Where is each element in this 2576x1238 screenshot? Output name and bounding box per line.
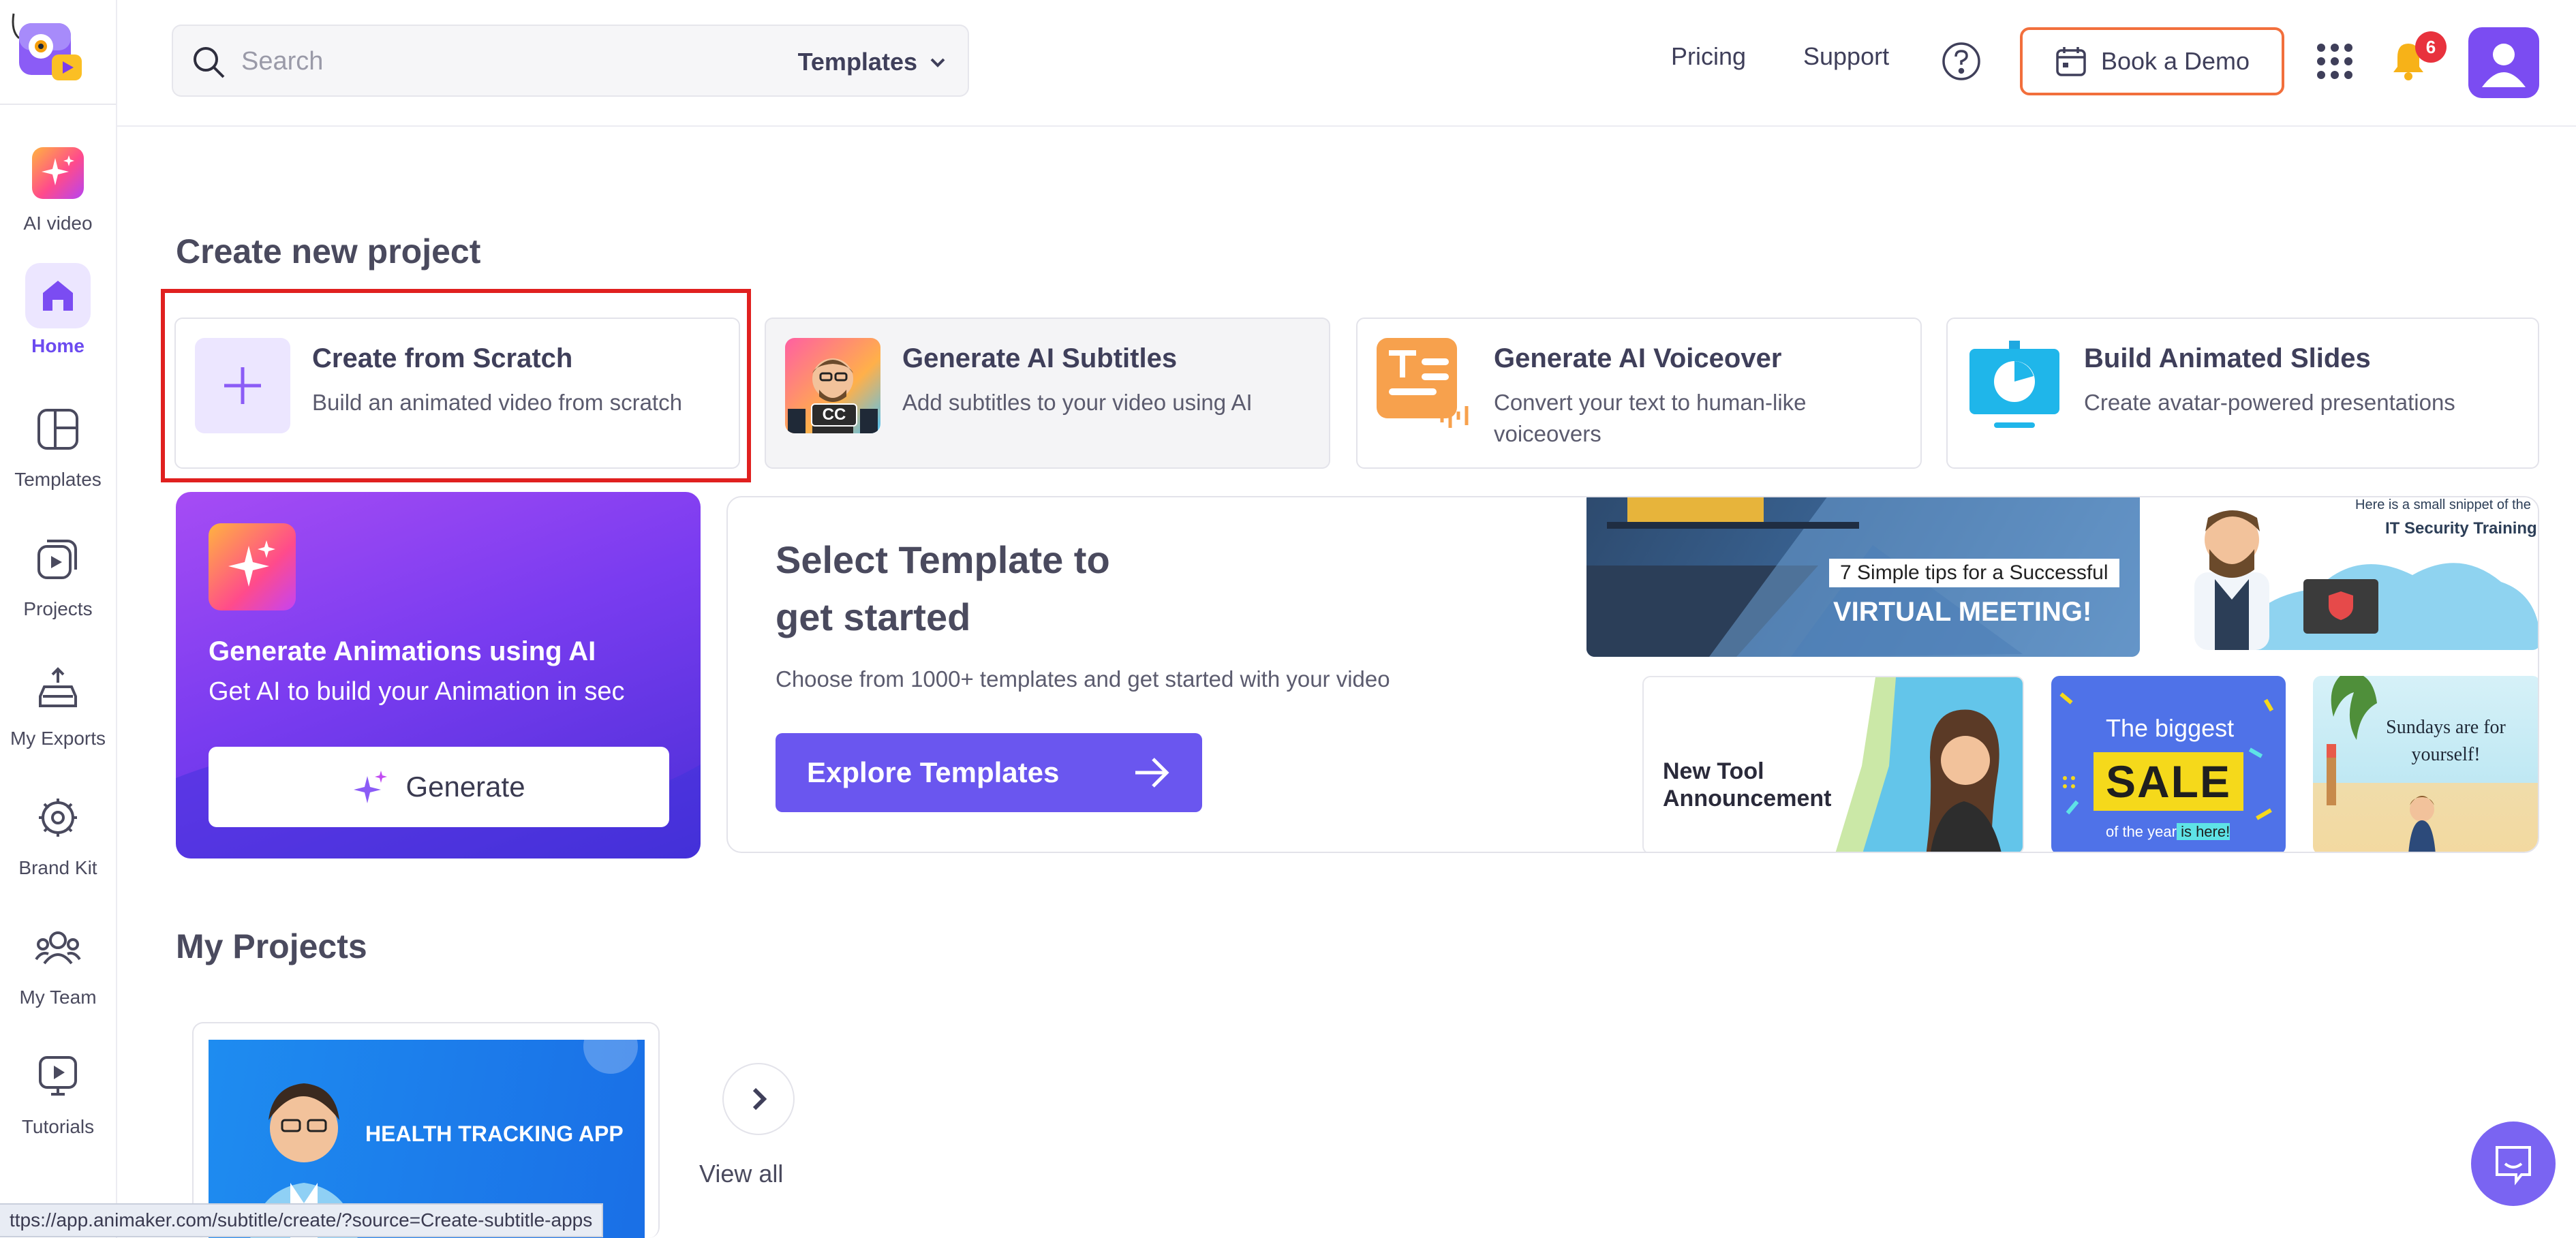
team-icon [25, 914, 91, 980]
card-title: Build Animated Slides [2084, 343, 2371, 373]
search-bar[interactable]: Templates [172, 25, 969, 97]
book-demo-label: Book a Demo [2100, 47, 2250, 75]
generate-ai-voiceover-card[interactable]: Generate AI Voiceover Convert your text … [1356, 318, 1922, 469]
sidebar-item-home[interactable]: Home [0, 263, 116, 357]
sidebar-item-label: My Team [19, 987, 97, 1008]
pricing-link[interactable]: Pricing [1671, 42, 1746, 71]
explore-templates-button[interactable]: Explore Templates [776, 733, 1202, 812]
sidebar-item-projects[interactable]: Projects [0, 526, 116, 620]
book-demo-button[interactable]: Book a Demo [2020, 27, 2284, 95]
sidebar-item-label: AI video [23, 213, 93, 234]
new-tool-title: New Tool Announcement [1663, 758, 1832, 811]
template-card-title: Select Template to get started [776, 538, 1110, 638]
chevron-down-icon [930, 58, 945, 67]
templates-icon [25, 397, 91, 462]
sidebar-item-tutorials[interactable]: Tutorials [0, 1044, 116, 1138]
generate-label: Generate [405, 771, 525, 803]
template-thumb-sundays[interactable]: Sundays are for yourself! [2313, 676, 2538, 852]
project-title: HEALTH TRACKING APP [365, 1121, 624, 1146]
template-thumb-virtual-meeting[interactable]: 7 Simple tips for a Successful VIRTUAL M… [1586, 497, 2140, 657]
slides-icon [1967, 338, 2062, 433]
sale-main-text: SALE [2105, 756, 2232, 807]
ai-card-title: Generate Animations using AI [209, 636, 596, 666]
notification-badge: 6 [2415, 31, 2447, 63]
sidebar-item-label: Home [31, 335, 85, 356]
template-thumb-sale[interactable]: The biggest SALE of the year is here! [2051, 676, 2286, 852]
sidebar-item-label: Projects [23, 598, 93, 619]
sundays-text: Sundays are for yourself! [2386, 717, 2506, 765]
tutorials-icon [25, 1044, 91, 1109]
sidebar-item-label: Tutorials [21, 1116, 95, 1137]
search-icon [194, 47, 225, 78]
card-subtitle: Add subtitles to your video using AI [902, 390, 1253, 415]
exports-icon [25, 655, 91, 721]
generate-button[interactable]: Generate [209, 747, 669, 827]
template-card-subtitle: Choose from 1000+ templates and get star… [776, 666, 1390, 692]
home-icon [25, 263, 91, 328]
generate-animations-ai-card: Generate Animations using AI Get AI to b… [176, 492, 701, 858]
chevron-right-icon [752, 1087, 767, 1111]
support-link[interactable]: Support [1803, 42, 1889, 71]
sidebar-item-templates[interactable]: Templates [0, 397, 116, 491]
virtual-meeting-title: VIRTUAL MEETING! [1833, 597, 2092, 627]
card-subtitle: Create avatar-powered presentations [2084, 390, 2455, 415]
sparkle-icon [354, 771, 388, 803]
sidebar-item-label: My Exports [10, 728, 106, 749]
subtitles-thumbnail: CC [785, 338, 880, 433]
sidebar-item-ai-video[interactable]: AI video [0, 140, 116, 234]
sidebar-item-label: Brand Kit [18, 857, 97, 878]
projects-next-button[interactable] [722, 1063, 795, 1135]
chat-icon [2496, 1146, 2531, 1186]
ai-card-subtitle: Get AI to build your Animation in sec [209, 677, 625, 706]
brand-kit-icon [25, 785, 91, 850]
view-all-link[interactable]: View all [699, 1160, 783, 1188]
it-security-title: IT Security Training [2385, 519, 2537, 538]
sale-top-text: The biggest [2106, 714, 2235, 742]
search-input[interactable] [241, 41, 718, 82]
it-security-small-text: Here is a small snippet of the [2355, 497, 2531, 512]
ai-sparkle-icon [25, 140, 91, 206]
voiceover-icon [1377, 338, 1472, 433]
projects-icon [25, 526, 91, 591]
sale-bottom-text: of the year is here! [2106, 823, 2230, 840]
user-icon [2482, 44, 2526, 87]
apps-grid-icon[interactable] [2316, 42, 2354, 80]
generate-ai-subtitles-card[interactable]: CC Generate AI Subtitles Add subtitles t… [765, 318, 1330, 469]
search-scope-label: Templates [797, 48, 917, 76]
explore-templates-label: Explore Templates [807, 756, 1060, 788]
card-title: Generate AI Subtitles [902, 343, 1178, 373]
sidebar-item-my-team[interactable]: My Team [0, 914, 116, 1008]
status-bar-url: ttps://app.animaker.com/subtitle/create/… [0, 1203, 604, 1237]
cc-badge: CC [811, 403, 857, 427]
top-header: Templates Pricing Support Book a Demo 6 [117, 0, 2576, 127]
search-scope-dropdown[interactable]: Templates [798, 45, 947, 79]
card-subtitle: Convert your text to human-like voiceove… [1494, 390, 1807, 446]
card-title: Generate AI Voiceover [1494, 343, 1782, 373]
create-section-title: Create new project [176, 232, 481, 270]
build-animated-slides-card[interactable]: Build Animated Slides Create avatar-powe… [1946, 318, 2539, 469]
sidebar-item-my-exports[interactable]: My Exports [0, 655, 116, 749]
virtual-meeting-caption: 7 Simple tips for a Successful [1829, 559, 2119, 587]
arrow-right-icon [1135, 758, 1169, 788]
calendar-icon [2056, 47, 2086, 76]
my-projects-title: My Projects [176, 927, 367, 965]
user-avatar[interactable] [2468, 27, 2539, 98]
animaker-logo[interactable] [10, 11, 86, 87]
help-icon[interactable] [1941, 41, 1982, 82]
ai-sparkle-icon [209, 523, 296, 610]
sidebar: AI video Home Templates Projects My Expo… [0, 0, 117, 1238]
sidebar-divider [0, 104, 116, 105]
template-thumb-new-tool[interactable]: New Tool Announcement [1642, 676, 2024, 852]
template-thumb-it-security[interactable]: Here is a small snippet of the IT Securi… [2167, 497, 2538, 650]
select-template-card: Select Template to get started Choose fr… [726, 496, 2539, 853]
chat-support-button[interactable] [2471, 1121, 2556, 1206]
highlight-box [161, 289, 751, 482]
sidebar-item-label: Templates [14, 469, 102, 490]
sidebar-item-brand-kit[interactable]: Brand Kit [0, 785, 116, 879]
